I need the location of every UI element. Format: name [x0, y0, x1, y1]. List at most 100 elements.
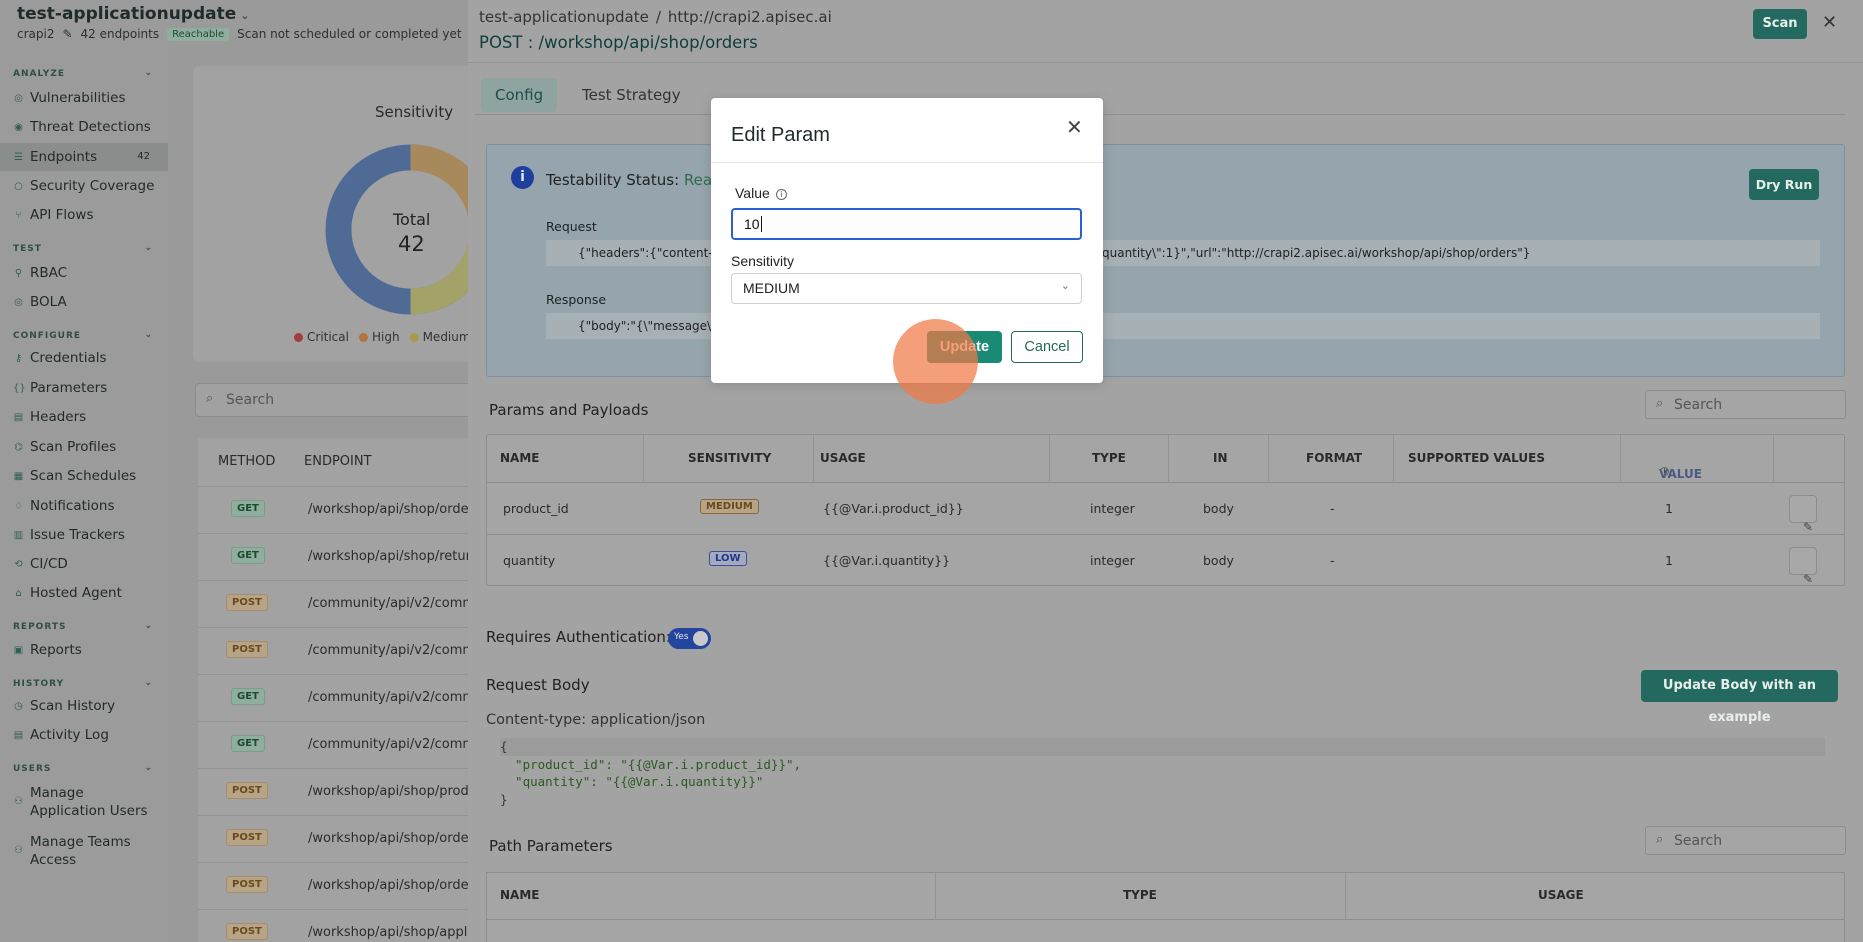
sensitivity-badge: MEDIUM — [700, 499, 759, 514]
endpoint-path: /community/api/v2/commu — [308, 690, 478, 705]
request-body-title: Request Body — [486, 676, 590, 694]
endpoint-row[interactable]: POST/workshop/api/shop/orders — [198, 815, 478, 862]
chevron-down-icon: ⌄ — [144, 243, 153, 253]
auth-toggle[interactable]: Yes — [668, 628, 711, 649]
search-icon: ⌕ — [206, 391, 214, 406]
sidebar-item-label: Headers — [30, 409, 87, 425]
sidebar-item-cicd[interactable]: ⟲ CI/CD — [13, 556, 155, 572]
sidebar-item-reports[interactable]: ▣ Reports — [13, 642, 155, 658]
params-search-input[interactable]: ⌕ Search — [1645, 390, 1846, 419]
request-body-json[interactable]: { "product_id": "{{@Var.i.product_id}}",… — [500, 738, 1825, 808]
dry-run-button[interactable]: Dry Run — [1749, 169, 1819, 200]
sidebar-item-label: BOLA — [30, 294, 67, 310]
sidebar-item-label: Parameters — [30, 380, 108, 396]
section-test[interactable]: TEST ⌄ — [13, 243, 153, 254]
sidebar-item-issue-trackers[interactable]: ▥ Issue Trackers — [13, 527, 155, 543]
update-body-button[interactable]: Update Body with an example — [1641, 670, 1838, 725]
value-input[interactable]: 10 — [731, 208, 1082, 240]
history-icon: ◷ — [14, 700, 23, 712]
endpoint-row[interactable]: POST/community/api/v2/commu — [198, 580, 478, 627]
sidebar-item-threat-detections[interactable]: ◉ Threat Detections — [13, 119, 155, 135]
param-row: quantity LOW {{@Var.i.quantity}} integer… — [487, 535, 1844, 587]
sidebar-item-notifications[interactable]: ♢ Notifications — [13, 498, 155, 514]
path-params-search-input[interactable]: ⌕ Search — [1645, 826, 1846, 855]
divider — [468, 62, 1863, 63]
param-format: - — [1330, 501, 1335, 516]
path-params-table: NAME TYPE USAGE — [486, 872, 1845, 942]
endpoint-row[interactable]: GET/community/api/v2/commu — [198, 674, 478, 721]
sidebar-item-manage-teams[interactable]: ⚇ Manage Teams Access — [13, 833, 155, 869]
sidebar-item-hosted-agent[interactable]: ⌂ Hosted Agent — [13, 585, 155, 601]
users-key-icon: ⚲ — [14, 267, 23, 279]
close-panel-icon[interactable]: ✕ — [1822, 12, 1837, 33]
sidebar-item-api-flows[interactable]: ⑂ API Flows — [13, 207, 155, 223]
sidebar-item-headers[interactable]: ▤ Headers — [13, 409, 155, 425]
endpoint-row[interactable]: POST/community/api/v2/commu — [198, 627, 478, 674]
sidebar-item-security-coverage[interactable]: ○ Security Coverage — [13, 178, 155, 194]
json-line: "product_id": "{{@Var.i.product_id}}", — [500, 756, 802, 772]
endpoint-row[interactable]: POST/workshop/api/shop/apply_ — [198, 909, 478, 942]
tab-divider — [475, 114, 1845, 115]
edit-param-button[interactable]: ✎ — [1789, 495, 1817, 534]
pipeline-icon: ⟲ — [14, 558, 23, 570]
crumb-app[interactable]: test-applicationupdate — [479, 8, 649, 26]
cancel-button[interactable]: Cancel — [1011, 331, 1083, 363]
tab-config[interactable]: Config — [481, 78, 558, 112]
section-history[interactable]: HISTORY ⌄ — [13, 678, 153, 689]
method-badge: POST — [226, 641, 268, 658]
endpoint-row[interactable]: POST/workshop/api/shop/produ — [198, 768, 478, 815]
endpoint-row[interactable]: GET/workshop/api/shop/return_ — [198, 533, 478, 580]
sidebar-item-vulnerabilities[interactable]: ◎ Vulnerabilities — [13, 90, 155, 106]
close-icon[interactable]: ✕ — [1066, 115, 1083, 139]
col-usage: USAGE — [820, 451, 866, 465]
endpoint-count: 42 endpoints — [80, 27, 160, 41]
pencil-icon[interactable]: ✎ — [62, 27, 72, 41]
app-title-dropdown[interactable]: test-applicationupdate ⌄ — [17, 4, 477, 24]
scan-button[interactable]: Scan — [1753, 9, 1807, 39]
json-line: } — [500, 791, 508, 807]
log-icon: ▤ — [13, 729, 24, 741]
sidebar-item-label: Vulnerabilities — [30, 90, 126, 106]
sidebar-item-manage-app-users[interactable]: ⚇ Manage Application Users — [13, 784, 155, 820]
endpoint-row[interactable]: GET/community/api/v2/commu — [198, 721, 478, 768]
sidebar-item-label: CI/CD — [30, 556, 68, 572]
section-configure[interactable]: CONFIGURE ⌄ — [13, 330, 153, 341]
sidebar-item-activity-log[interactable]: ▤ Activity Log — [13, 727, 155, 743]
param-value: 1 — [1665, 553, 1673, 568]
edit-param-button[interactable]: ✎ — [1789, 547, 1817, 586]
param-usage: {{@Var.i.product_id}} — [823, 501, 964, 516]
flow-icon: ⑂ — [15, 209, 22, 221]
column-divider — [1168, 435, 1169, 483]
sidebar-item-endpoints[interactable]: ☰ Endpoints 42 — [0, 143, 168, 171]
section-reports[interactable]: REPORTS ⌄ — [13, 621, 153, 632]
sidebar-item-scan-history[interactable]: ◷ Scan History — [13, 698, 155, 714]
alert-circle-icon: ◎ — [14, 92, 23, 104]
value-label: Value i — [735, 185, 787, 201]
chevron-down-icon: ⌄ — [144, 763, 153, 773]
sidebar-item-scan-profiles[interactable]: ⌬ Scan Profiles — [13, 439, 155, 455]
request-label: Request — [546, 219, 597, 234]
sidebar-item-rbac[interactable]: ⚲ RBAC — [13, 265, 155, 281]
app-subline: crapi2 ✎ 42 endpoints Reachable Scan not… — [17, 27, 477, 41]
sidebar-item-label: Scan History — [30, 698, 116, 714]
section-analyze[interactable]: ANALYZE ⌄ — [13, 68, 153, 79]
column-divider — [1049, 435, 1050, 483]
tab-test-strategy[interactable]: Test Strategy — [568, 78, 695, 112]
info-icon: i — [511, 166, 534, 189]
sidebar-item-scan-schedules[interactable]: ▦ Scan Schedules — [13, 468, 155, 484]
update-button[interactable]: Update — [927, 331, 1002, 363]
endpoint-row[interactable]: GET/workshop/api/shop/orders — [198, 486, 478, 533]
sidebar-item-parameters[interactable]: {} Parameters — [13, 380, 155, 396]
shield-icon: ○ — [14, 180, 23, 192]
sensitivity-select[interactable]: MEDIUM ⌄ — [731, 273, 1082, 304]
endpoint-row[interactable]: POST/workshop/api/shop/orders — [198, 862, 478, 909]
section-users[interactable]: USERS ⌄ — [13, 763, 153, 774]
col-usage: USAGE — [1538, 888, 1584, 902]
sidebar-item-credentials[interactable]: ⚷ Credentials — [13, 350, 155, 366]
endpoint-search-input[interactable]: ⌕ Search — [195, 383, 475, 417]
sidebar-item-bola[interactable]: ◎ BOLA — [13, 294, 155, 310]
tracker-icon: ▥ — [13, 529, 24, 541]
legend-dot — [358, 333, 368, 342]
request-text-right: quantity\":1}","url":"http://crapi2.apis… — [1102, 246, 1531, 260]
label-line-1: Manage — [30, 785, 84, 801]
